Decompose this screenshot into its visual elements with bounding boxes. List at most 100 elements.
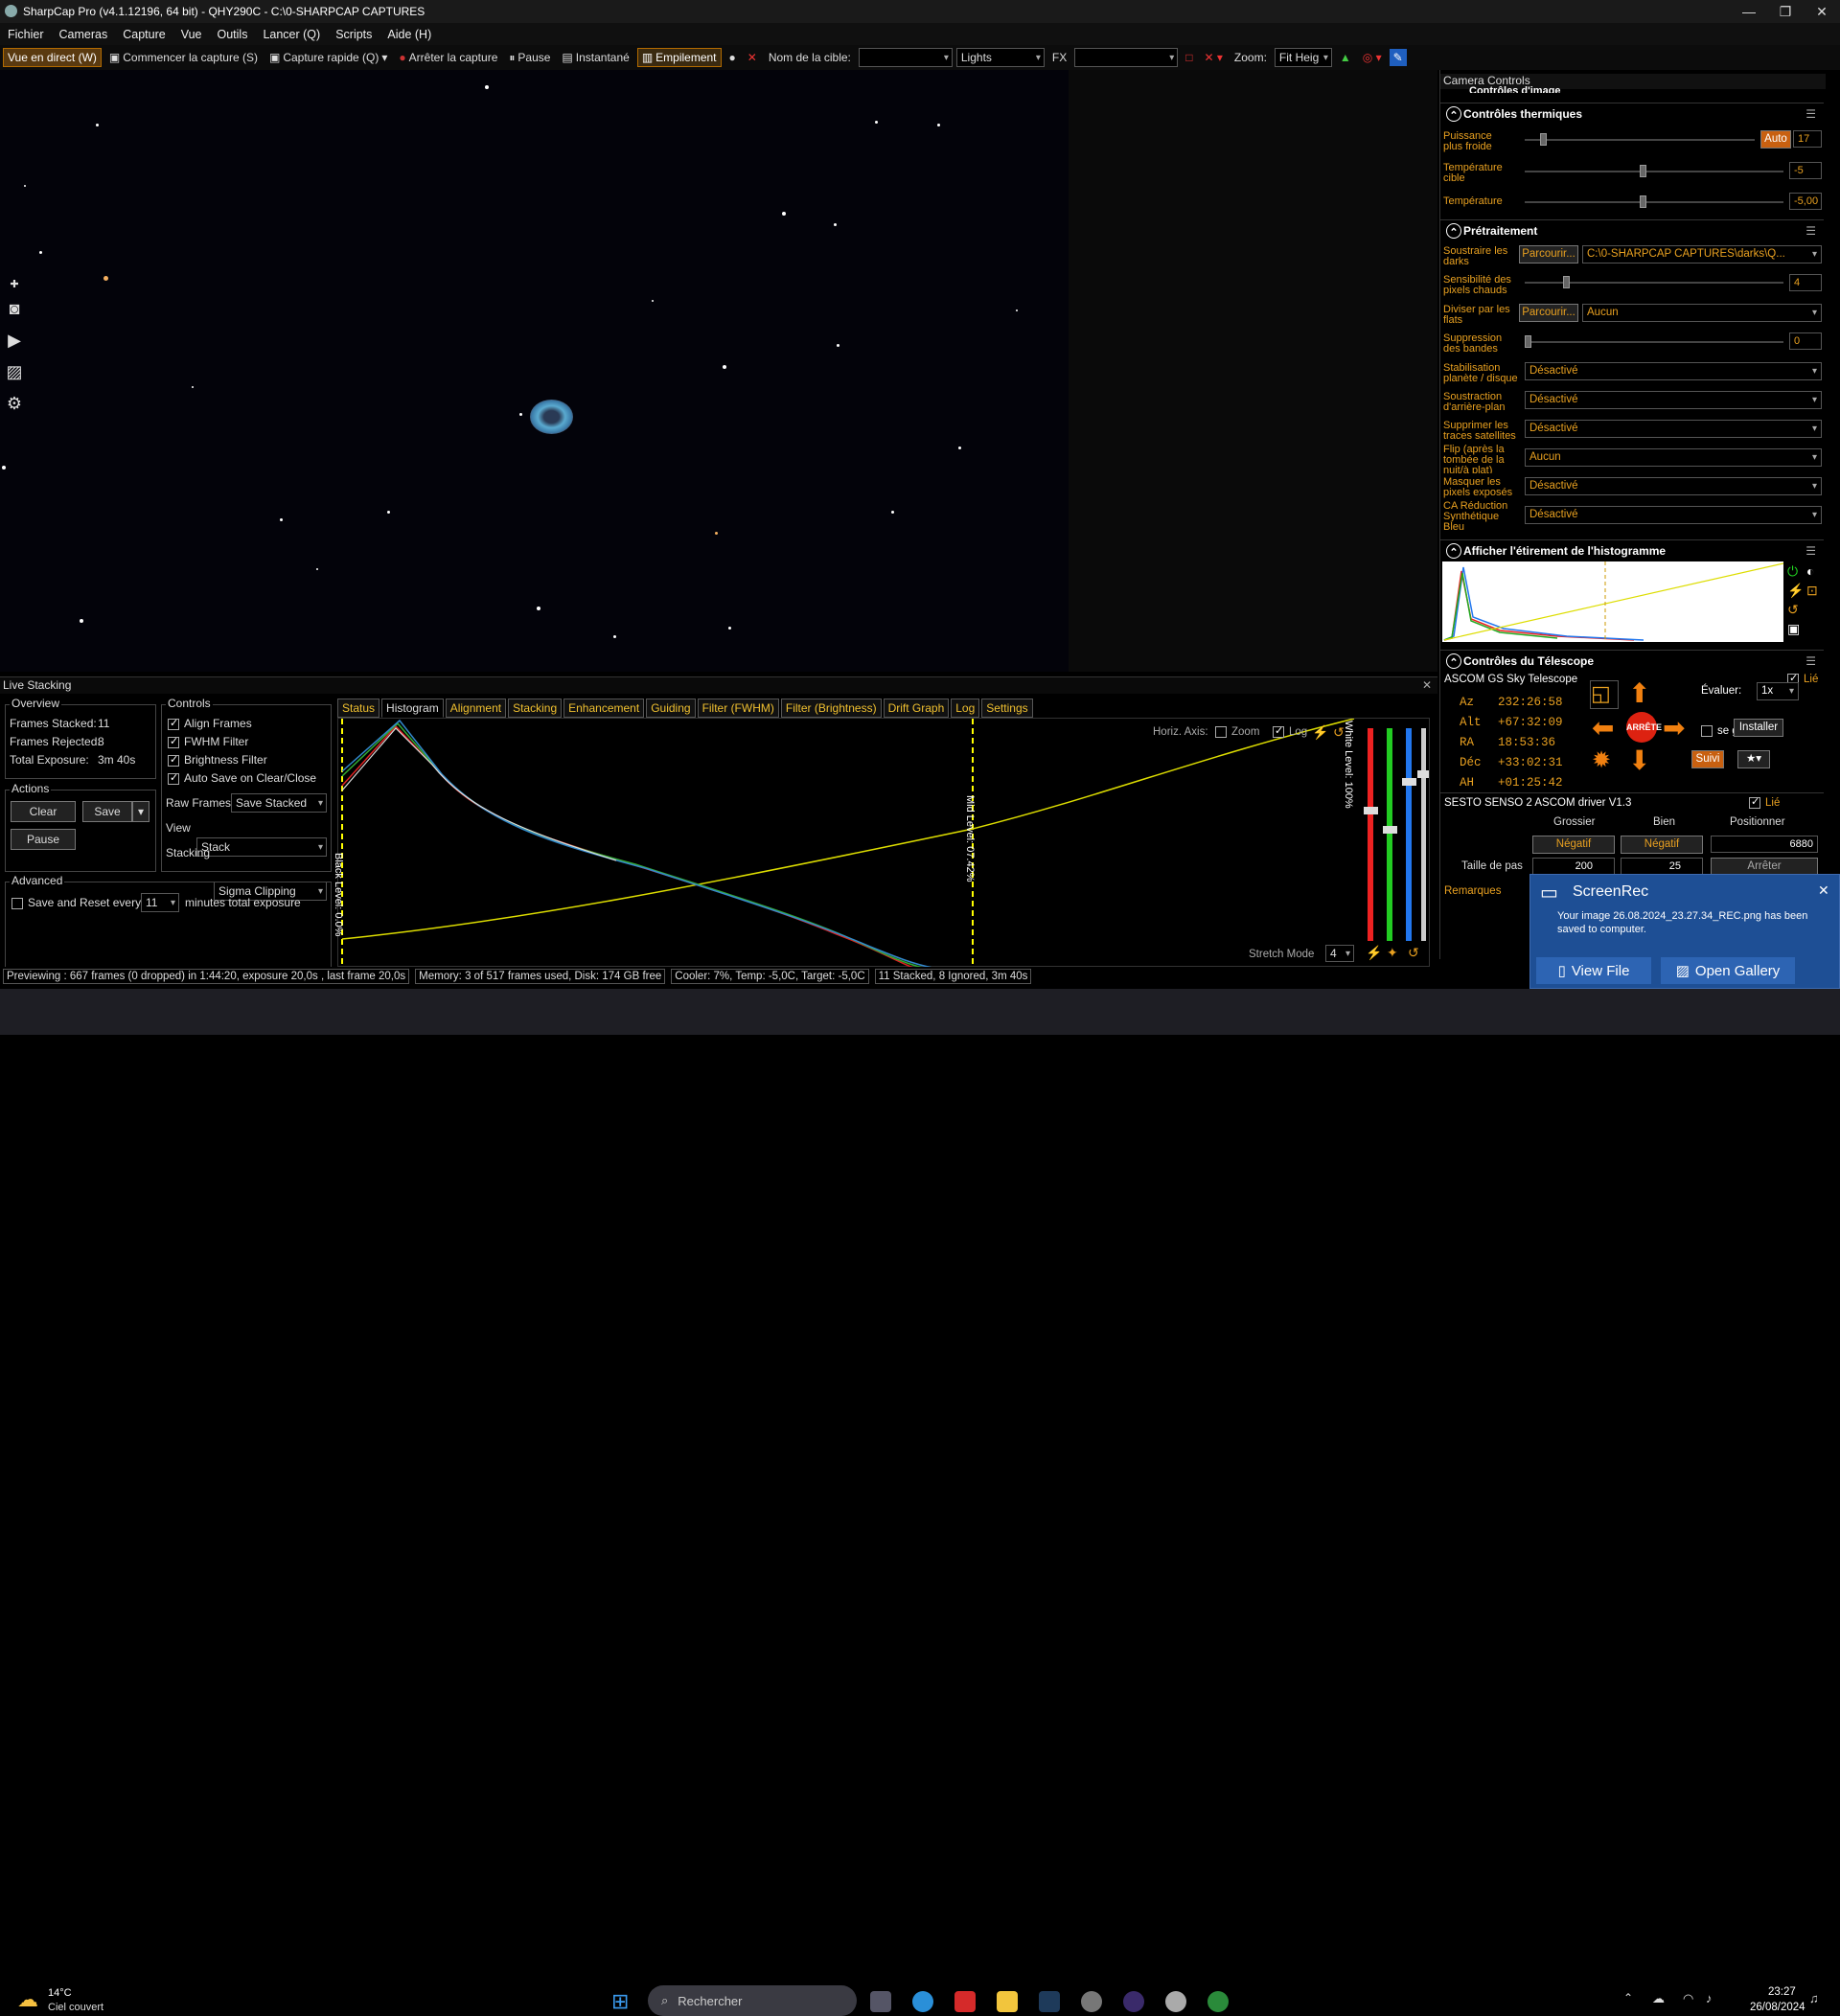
menu-capture[interactable]: Capture [115,28,172,41]
start-capture-button[interactable]: ▣ Commencer la capture (S) [105,49,262,66]
pause-stacking-button[interactable]: Pause [11,829,76,850]
phd-guiding-icon[interactable] [1208,1991,1229,2012]
ca-reduction-select[interactable]: Désactivé [1525,506,1822,524]
save-reset-checkbox[interactable]: Save and Reset every [12,896,141,909]
arrow-down-icon[interactable]: ⬇ [1628,745,1650,776]
clock-date[interactable]: 26/08/2024 [1750,2002,1806,2013]
vivaldi-icon[interactable] [954,1991,976,2012]
wifi-icon[interactable]: ◠ [1683,1991,1693,2006]
auto-stretch-bolt-icon[interactable]: ⚡ [1787,583,1804,599]
star-stretch-icon[interactable]: ✦ [1387,945,1398,961]
stacking-histogram[interactable]: Black Level: 0.0% Mid Level: 07.42% Whit… [333,718,1430,968]
arrow-right-icon[interactable]: ➡ [1663,712,1685,744]
cloud-sync-icon[interactable]: ☁ [1652,1991,1665,2006]
fine-step-input[interactable]: 25 [1621,858,1703,875]
flats-select[interactable]: Aucun [1582,304,1822,322]
mask-pixels-select[interactable]: Désactivé [1525,477,1822,495]
auto-save-checkbox[interactable]: Auto Save on Clear/Close [168,771,316,785]
reticle-icon[interactable]: ✕ [744,49,761,66]
power-icon[interactable]: ⏻ [1787,563,1798,580]
camera-icon[interactable]: ◙ [2,296,27,321]
tab-status[interactable]: Status [337,699,380,718]
focuser-linked-checkbox[interactable]: Lié [1749,795,1780,809]
edge-browser-icon[interactable] [912,1991,933,2012]
arrow-left-icon[interactable]: ⬅ [1592,712,1614,744]
menu-outils[interactable]: Outils [210,28,256,41]
menu-scripts[interactable]: Scripts [328,28,380,41]
save-button[interactable]: Save [82,801,132,822]
tab-log[interactable]: Log [951,699,980,718]
stellarium-icon[interactable] [1123,1991,1144,2012]
install-button[interactable]: Installer [1734,719,1783,737]
menu-icon[interactable]: ☰ [1806,544,1816,558]
menu-icon[interactable]: ☰ [1806,107,1816,121]
quick-capture-button[interactable]: ▣ Capture rapide (Q) ▾ [265,49,391,66]
camera-preview-image[interactable] [0,70,1069,672]
snapshot-button[interactable]: ▤ Instantané [558,49,632,66]
fx-select[interactable] [1074,48,1179,67]
raw-frames-select[interactable]: Save Stacked [231,793,327,813]
view-file-button[interactable]: ▯ View File [1536,957,1651,984]
pause-button[interactable]: ⏸ Pause [505,49,554,67]
cooler-power-value[interactable]: 17 [1793,130,1822,148]
slew-rate-select[interactable]: 1x [1757,682,1799,700]
crosshair-icon[interactable]: ✕ ▾ [1200,49,1226,66]
frame-type-select[interactable]: Lights [955,48,1045,67]
tab-enhancement[interactable]: Enhancement [564,699,645,718]
weather-description[interactable]: Ciel couvert [48,2002,104,2013]
menu-cameras[interactable]: Cameras [52,28,116,41]
target-temp-slider[interactable] [1525,165,1783,177]
target-sun-icon[interactable]: ✹ [1592,746,1611,774]
flip-select[interactable]: Aucun [1525,448,1822,467]
weather-icon[interactable]: ☁ [17,1987,38,2012]
view-select[interactable]: Stack [196,837,327,857]
pin-icon[interactable]: ✚ [2,278,27,290]
panel-close-icon[interactable]: ✕ [1422,678,1432,692]
brightness-filter-checkbox[interactable]: Brightness Filter [168,753,267,767]
sharpcap-taskbar-icon[interactable] [1165,1991,1186,2012]
app-icon[interactable] [1081,1991,1102,2012]
gallery-icon[interactable]: ▨ [2,359,27,384]
stretch-histogram-graph[interactable] [1442,561,1784,642]
menu-vue[interactable]: Vue [173,28,210,41]
tab-settings[interactable]: Settings [981,699,1033,718]
align-frames-checkbox[interactable]: Align Frames [168,717,252,730]
save-reset-minutes-input[interactable]: 11 [141,893,179,912]
save-icon[interactable]: ▣ [1787,621,1800,637]
image-controls-section-header[interactable]: Contrôles d'image [1469,85,1561,93]
show-hidden-icons-icon[interactable]: ⌃ [1623,1991,1633,2005]
menu-fichier[interactable]: Fichier [0,28,52,41]
record-icon[interactable]: ● [725,49,740,66]
stop-slew-button[interactable]: ARRÊTE [1626,712,1662,743]
fine-negative-button[interactable]: Négatif [1621,836,1703,854]
cooler-power-slider[interactable] [1525,133,1755,146]
menu-lancer[interactable]: Lancer (Q) [255,28,328,41]
maximize-button[interactable]: ❐ [1767,0,1804,23]
tab-filter-fwhm[interactable]: Filter (FWHM) [697,699,779,718]
reset-icon[interactable]: ↺ [1787,602,1799,618]
auto-stretch-icon[interactable]: ⚡ [1312,724,1328,741]
reset-levels-icon[interactable]: ↺ [1408,945,1419,961]
roi-icon[interactable]: □ [1182,49,1196,66]
histogram-icon[interactable]: ▲ [1336,49,1355,66]
stop-capture-button[interactable]: ● Arrêter la capture [395,49,501,66]
contrast-icon[interactable]: ◐ [1806,563,1814,579]
thermal-controls-header[interactable]: Contrôles thermiques ☰ [1440,103,1824,125]
menu-icon[interactable]: ☰ [1806,224,1816,238]
fwhm-filter-checkbox[interactable]: FWHM Filter [168,735,248,748]
level-sliders[interactable] [1364,721,1429,951]
taskbar-search[interactable]: ⌕ Rechercher [648,1985,857,2016]
darks-browse-button[interactable]: Parcourir... [1519,245,1578,263]
histogram-stretch-header[interactable]: Afficher l'étirement de l'histogramme ☰ [1440,540,1824,561]
telescope-header[interactable]: Contrôles du Télescope ☰ [1440,651,1824,672]
preprocessing-header[interactable]: Prétraitement ☰ [1440,220,1824,241]
tab-filter-brightness[interactable]: Filter (Brightness) [780,699,882,718]
volume-icon[interactable]: ♪ [1706,1991,1713,2005]
auto-level-icon[interactable]: ⚡ [1366,945,1382,961]
menu-aide[interactable]: Aide (H) [380,28,439,41]
lock-icon[interactable]: ⊡ [1806,583,1818,599]
annotate-icon[interactable]: ✎ [1389,49,1407,66]
menu-icon[interactable]: ☰ [1806,654,1816,668]
darks-file-select[interactable]: C:\0-SHARPCAP CAPTURES\darks\Q... [1582,245,1822,263]
task-view-icon[interactable] [870,1991,891,2012]
